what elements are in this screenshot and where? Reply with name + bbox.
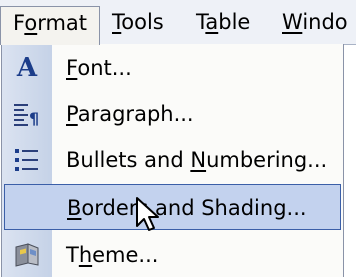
menu-item-font-label: Font... <box>66 45 132 91</box>
bullets-accel: N <box>190 148 207 172</box>
menu-format-accel: o <box>24 11 38 35</box>
menu-tools[interactable]: Tools <box>112 6 164 40</box>
menu-format[interactable]: Format <box>0 6 101 45</box>
menu-item-bullets-label: Bullets and Numbering... <box>66 137 327 183</box>
font-a-icon: A <box>16 53 38 83</box>
menu-item-theme-label: Theme... <box>66 232 158 277</box>
svg-text:¶: ¶ <box>29 109 39 128</box>
menu-table-post: ble <box>218 10 251 34</box>
paragraph-icon: ¶ <box>12 100 42 128</box>
paragraph-accel: P <box>66 102 78 126</box>
bullets-pre: Bullets and <box>66 148 191 172</box>
bullets-icon <box>12 146 42 174</box>
menu-format-pre: F <box>13 11 25 35</box>
font-post: ont... <box>77 56 132 80</box>
font-accel: F <box>66 56 78 80</box>
menu-window-post: indo <box>302 10 348 34</box>
screenshot-stage: Format Tools Table Windo A Font... ¶ Par… <box>0 0 356 277</box>
theme-accel: h <box>78 243 93 267</box>
menu-item-borders-label: Borders and Shading... <box>67 185 307 231</box>
menu-item-font[interactable]: A Font... <box>2 45 343 91</box>
mouse-pointer-icon <box>135 196 165 236</box>
menu-item-bullets[interactable]: Bullets and Numbering... <box>2 137 343 183</box>
theme-pre: T <box>66 243 79 267</box>
menu-tools-post: ools <box>121 10 164 34</box>
menu-table-pre: T <box>196 10 206 34</box>
bullets-post: umbering... <box>206 148 328 172</box>
menu-item-paragraph[interactable]: ¶ Paragraph... <box>2 91 343 137</box>
menu-item-borders-shading[interactable]: Borders and Shading... <box>4 184 341 230</box>
theme-post: eme... <box>92 243 159 267</box>
menu-bar: Format Tools Table Windo <box>0 0 356 45</box>
menu-item-theme[interactable]: Theme... <box>2 232 343 277</box>
menu-table[interactable]: Table <box>196 6 250 40</box>
theme-icon <box>12 241 42 269</box>
menu-item-paragraph-label: Paragraph... <box>66 91 194 137</box>
borders-accel: B <box>67 196 82 220</box>
menu-format-post: rmat <box>37 11 88 35</box>
menu-window[interactable]: Windo <box>282 6 348 40</box>
menu-tools-accel: T <box>112 10 122 34</box>
menu-window-accel: W <box>282 10 303 34</box>
format-dropdown-menu: A Font... ¶ Paragraph... Bullets and Num… <box>1 44 344 277</box>
menu-table-accel: a <box>205 10 219 34</box>
borders-post: orders and Shading... <box>81 196 307 220</box>
paragraph-post: aragraph... <box>77 102 194 126</box>
